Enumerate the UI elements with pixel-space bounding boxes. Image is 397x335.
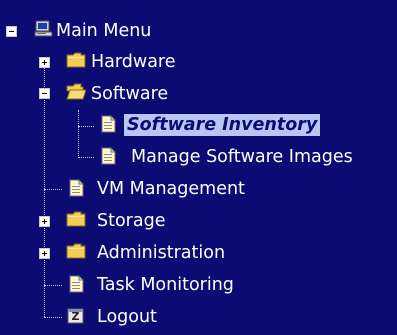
expand-toggle-icon[interactable] [39, 216, 50, 227]
tree-item-label[interactable]: Logout [94, 306, 160, 328]
expand-toggle-icon[interactable] [39, 57, 50, 68]
tree-item-software[interactable]: Software [88, 81, 171, 107]
tree-item-administration[interactable]: Administration [94, 240, 228, 266]
tree-item-label[interactable]: Storage [94, 210, 168, 232]
document-icon [98, 147, 118, 165]
tree-connector-line [44, 66, 45, 317]
tree-root-main-menu[interactable]: Main Menu [53, 18, 154, 44]
tree-item-label[interactable]: Hardware [88, 51, 179, 73]
tree-connector-line [78, 126, 94, 127]
collapse-toggle-icon[interactable] [39, 88, 50, 99]
logout-icon [66, 307, 86, 325]
tree-item-label[interactable]: Software [88, 83, 171, 105]
tree-connector-line [44, 285, 62, 286]
folder-closed-icon [66, 210, 86, 228]
expand-toggle-icon[interactable] [39, 248, 50, 259]
tree-connector-line [78, 110, 79, 156]
folder-closed-icon [66, 242, 86, 260]
tree-item-storage[interactable]: Storage [94, 208, 168, 234]
tree-item-label[interactable]: Task Monitoring [94, 274, 237, 296]
tree-item-software-inventory[interactable]: Software Inventory [124, 112, 321, 138]
tree-root-label[interactable]: Main Menu [53, 20, 154, 42]
document-icon [66, 179, 86, 197]
tree-item-vm-management[interactable]: VM Management [94, 176, 248, 202]
tree-item-logout[interactable]: Logout [94, 304, 160, 330]
tree-connector-line [44, 189, 62, 190]
document-icon [66, 275, 86, 293]
tree-item-hardware[interactable]: Hardware [88, 49, 179, 75]
tree-item-label[interactable]: Manage Software Images [128, 146, 356, 168]
navigation-tree: Main Menu Hardware Software Software Inv… [0, 0, 397, 335]
collapse-toggle-icon[interactable] [6, 26, 17, 37]
folder-closed-icon [66, 51, 86, 69]
tree-item-manage-software-images[interactable]: Manage Software Images [128, 144, 356, 170]
folder-open-icon [66, 83, 86, 101]
tree-item-label[interactable]: VM Management [94, 178, 248, 200]
computer-menu-icon [34, 20, 54, 38]
document-icon [98, 115, 118, 133]
tree-connector-line [44, 317, 62, 318]
tree-item-label[interactable]: Administration [94, 242, 228, 264]
tree-item-label-selected[interactable]: Software Inventory [124, 114, 321, 136]
tree-connector-line [78, 157, 94, 158]
tree-item-task-monitoring[interactable]: Task Monitoring [94, 272, 237, 298]
